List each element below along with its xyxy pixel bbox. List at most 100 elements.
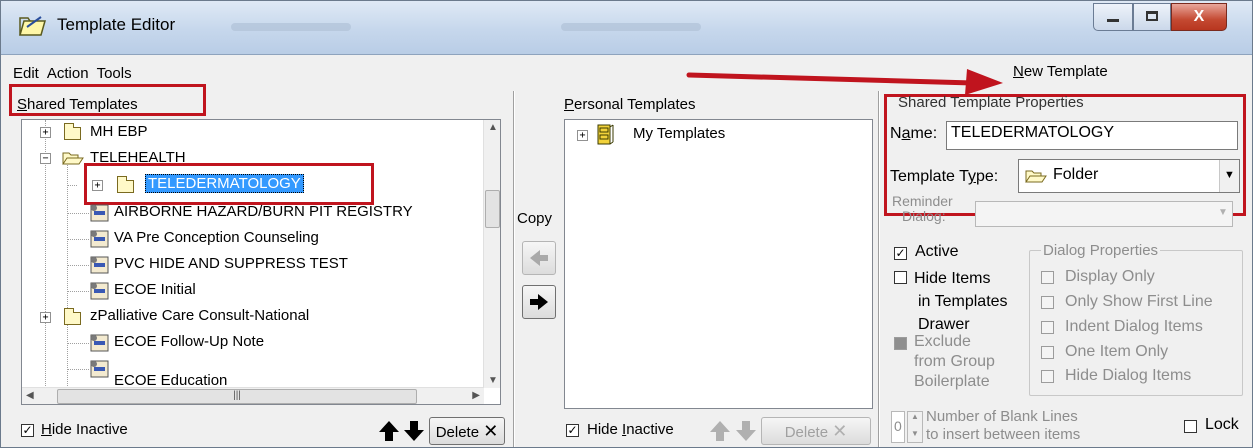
close-icon: X: [1193, 8, 1205, 25]
tree-item-va-pre-conception[interactable]: VA Pre Conception Counseling: [22, 226, 482, 252]
move-down-arrow-icon[interactable]: [735, 419, 757, 443]
blank-lines-spinner[interactable]: ▲ ▼: [907, 411, 923, 443]
delete-x-icon: ✕: [483, 421, 499, 441]
new-template-button[interactable]: New Template: [1013, 63, 1108, 80]
template-type-select[interactable]: Folder ▼: [1018, 159, 1240, 193]
menu-tools[interactable]: Tools: [93, 57, 136, 87]
folder-icon: [64, 308, 81, 325]
name-label: Name:: [890, 125, 937, 143]
close-button[interactable]: X: [1171, 3, 1227, 31]
personal-templates-header: Personal Templates: [564, 96, 695, 113]
spin-up-icon[interactable]: ▲: [911, 412, 919, 421]
chevron-down-icon[interactable]: ▼: [1214, 202, 1232, 226]
pane-separator[interactable]: [513, 91, 515, 447]
shared-tree-vertical-scrollbar[interactable]: ▲ ▼: [483, 120, 500, 388]
shared-hide-inactive-checkbox[interactable]: ✓: [21, 424, 34, 437]
display-only-checkbox[interactable]: [1041, 271, 1054, 284]
label-line: in Templates: [918, 293, 1008, 310]
copy-right-button[interactable]: [522, 285, 556, 319]
exclude-checkbox[interactable]: [894, 337, 907, 350]
collapse-icon[interactable]: −: [40, 153, 51, 164]
shared-hide-inactive-label: Hide Inactive: [41, 421, 128, 438]
scroll-left-icon[interactable]: ◀: [26, 390, 34, 401]
shared-tree-horizontal-scrollbar[interactable]: ◀ ||| ▶: [22, 387, 484, 404]
maximize-button[interactable]: [1133, 3, 1171, 31]
open-folder-icon: [1025, 170, 1047, 183]
hide-dialog-items-checkbox[interactable]: [1041, 370, 1054, 383]
label-text: Template T: [890, 168, 968, 185]
indent-dialog-items-checkbox[interactable]: [1041, 321, 1054, 334]
template-icon: [90, 282, 109, 300]
delete-label: Delete: [435, 424, 480, 441]
copy-left-button[interactable]: [522, 241, 556, 275]
label-line: Drawer: [918, 316, 970, 333]
label-line: to insert between items: [926, 426, 1081, 443]
move-up-arrow-icon[interactable]: [378, 419, 400, 443]
dialog-option-label: Only Show First Line: [1065, 293, 1213, 310]
folder-icon: [64, 123, 81, 140]
copy-label: Copy: [517, 210, 553, 227]
template-icon: [90, 360, 109, 378]
personal-hide-inactive-label: Hide Inactive: [587, 421, 674, 438]
tree-item-airborne-hazard[interactable]: AIRBORNE HAZARD/BURN PIT REGISTRY: [22, 200, 482, 226]
label-text: nactive: [626, 421, 674, 438]
label-line: Hide Items: [914, 270, 991, 287]
tree-item-my-templates[interactable]: + My Templates: [565, 122, 865, 148]
maximize-icon: [1146, 11, 1158, 21]
menu-edit[interactable]: Edit: [9, 57, 43, 87]
tree-item-mh-ebp[interactable]: + MH EBP: [22, 120, 482, 146]
reminder-dialog-select[interactable]: ▼: [975, 201, 1233, 227]
dialog-option-label: Display Only: [1065, 268, 1155, 285]
tree-item-ecoe-initial[interactable]: ECOE Initial: [22, 278, 482, 304]
delete-x-icon: ✕: [832, 421, 848, 441]
expand-icon[interactable]: +: [577, 130, 588, 141]
expand-icon[interactable]: +: [40, 127, 51, 138]
scroll-up-icon[interactable]: ▲: [488, 122, 498, 133]
pane-separator[interactable]: [878, 91, 880, 447]
chevron-down-icon[interactable]: ▼: [1219, 160, 1239, 192]
menu-action[interactable]: Action: [43, 57, 93, 87]
scroll-right-icon[interactable]: ▶: [472, 390, 480, 401]
template-editor-app-icon: [19, 16, 46, 36]
one-item-only-checkbox[interactable]: [1041, 346, 1054, 359]
scroll-down-icon[interactable]: ▼: [488, 375, 498, 386]
move-up-arrow-icon[interactable]: [709, 419, 731, 443]
lock-label: Lock: [1205, 416, 1239, 433]
personal-delete-button[interactable]: Delete ✕: [761, 417, 871, 445]
expand-icon[interactable]: +: [40, 312, 51, 323]
only-show-first-line-checkbox[interactable]: [1041, 296, 1054, 309]
hide-items-checkbox[interactable]: [894, 271, 907, 284]
personal-templates-label: ersonal Templates: [574, 96, 696, 113]
template-name-input[interactable]: TELEDERMATOLOGY: [946, 121, 1238, 150]
label-text: pe:: [975, 168, 999, 185]
scroll-thumb[interactable]: |||: [57, 389, 417, 404]
tree-item-label: MH EBP: [90, 123, 148, 140]
delete-label: Delete: [784, 424, 829, 441]
shared-templates-tree[interactable]: + MH EBP − TELEHEALTH + TELEDERMATOLOGY …: [21, 119, 501, 405]
tree-item-zpalliative[interactable]: + zPalliative Care Consult-National: [22, 304, 482, 330]
template-editor-window: Template Editor X Edit Action Tools New …: [0, 0, 1253, 448]
minimize-icon: [1107, 19, 1119, 22]
blurred-title-text: [561, 23, 701, 31]
personal-templates-accelerator: P: [564, 96, 575, 113]
accelerator: y: [967, 168, 976, 185]
dialog-option-label: Indent Dialog Items: [1065, 318, 1203, 335]
spin-down-icon[interactable]: ▼: [911, 429, 919, 438]
blank-lines-input[interactable]: 0: [891, 411, 905, 443]
personal-hide-inactive-checkbox[interactable]: ✓: [566, 424, 579, 437]
shared-delete-button[interactable]: Delete ✕: [429, 417, 505, 445]
personal-templates-tree[interactable]: + My Templates: [564, 119, 873, 409]
move-down-arrow-icon[interactable]: [403, 419, 425, 443]
active-checkbox[interactable]: ✓: [894, 247, 907, 260]
tree-item-ecoe-follow-up[interactable]: ECOE Follow-Up Note: [22, 330, 482, 356]
minimize-button[interactable]: [1093, 3, 1133, 31]
label-line: Reminder: [892, 193, 953, 209]
dialog-option-label: One Item Only: [1065, 343, 1169, 360]
scroll-thumb[interactable]: [485, 190, 500, 228]
tree-item-pvc-hide[interactable]: PVC HIDE AND SUPPRESS TEST: [22, 252, 482, 278]
title-bar[interactable]: Template Editor X: [1, 1, 1252, 55]
reminder-dialog-label: Reminder Dialog:: [892, 194, 953, 224]
lock-checkbox[interactable]: [1184, 420, 1197, 433]
template-icon: [90, 334, 109, 352]
tree-item-ecoe-education[interactable]: ECOE Education: [22, 356, 482, 388]
